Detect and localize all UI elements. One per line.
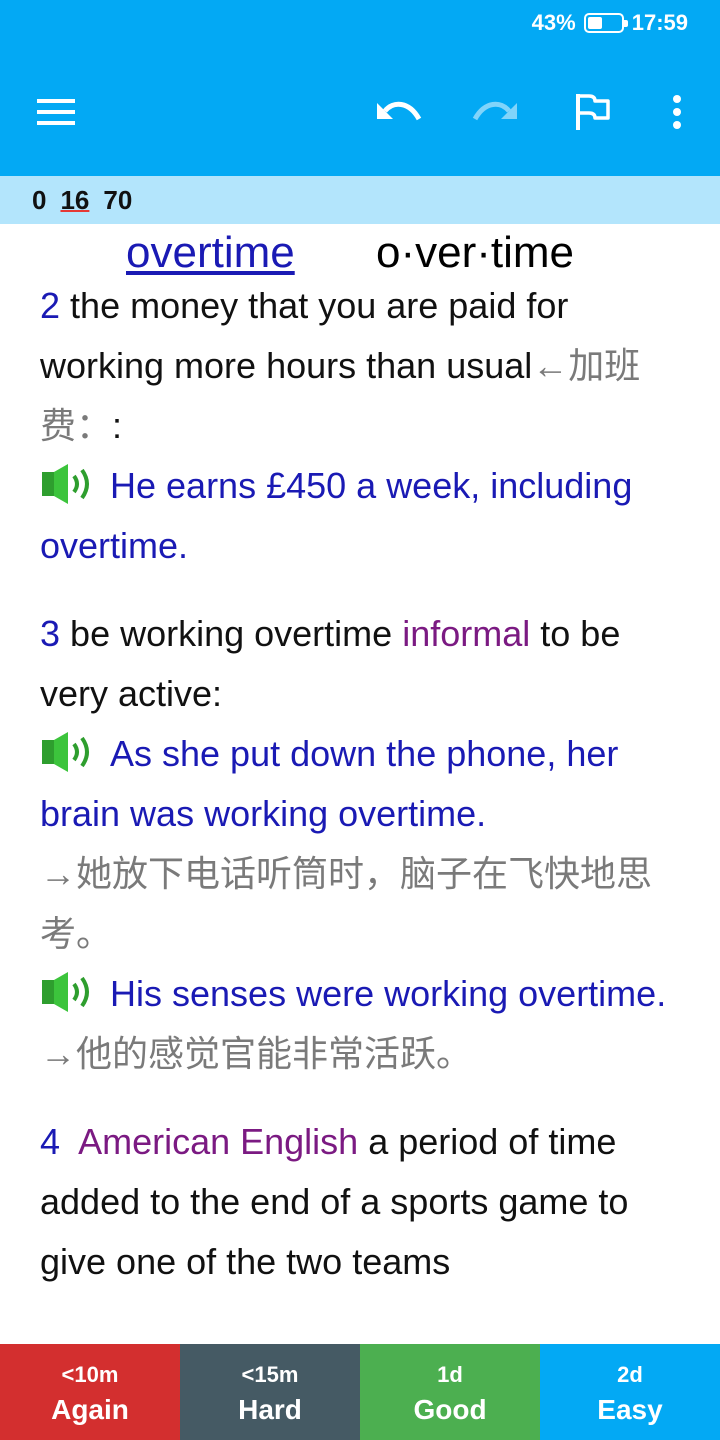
more-vert-icon <box>673 95 681 129</box>
speaker-icon[interactable] <box>40 464 100 504</box>
redo-icon <box>472 101 517 121</box>
sense-number: 4 <box>40 1121 61 1162</box>
sense-4: 4 American English a period of time adde… <box>40 1112 690 1292</box>
example-text: As she put down the phone, her brain was… <box>40 733 619 834</box>
syllables: o·ver·time <box>376 228 575 277</box>
register-label: informal <box>402 613 531 654</box>
flag-button[interactable] <box>568 82 618 142</box>
register-label: American English <box>78 1121 359 1162</box>
headword-link[interactable]: overtime <box>126 228 295 278</box>
example-text: His senses were working overtime. <box>110 973 667 1014</box>
again-label: Again <box>51 1394 129 1425</box>
example: His senses were working overtime. <box>40 964 690 1024</box>
answer-buttons: <10m Again <15m Hard 1d Good 2d Easy <box>0 1344 720 1440</box>
learning-count: 16 <box>60 184 90 215</box>
good-interval: 1d <box>437 1362 463 1387</box>
speaker-icon[interactable] <box>40 972 100 1012</box>
more-options-button[interactable] <box>652 82 702 142</box>
sense-3: 3 be working overtime informal to be ver… <box>40 604 690 724</box>
battery-level <box>587 17 602 29</box>
again-interval: <10m <box>61 1362 119 1387</box>
easy-interval: 2d <box>617 1362 643 1387</box>
punctuation: : <box>112 405 123 446</box>
easy-label: Easy <box>597 1394 663 1425</box>
new-count: 0 <box>32 184 47 215</box>
headword-row: overtime o·ver·time <box>0 224 720 282</box>
example-translation: →他的感觉官能非常活跃。 <box>40 1033 473 1074</box>
sense-2: 2 the money that you are paid for workin… <box>40 276 690 456</box>
battery-icon <box>583 13 628 33</box>
app-bar <box>0 50 720 176</box>
hard-button[interactable]: <15m Hard <box>180 1344 360 1440</box>
flag-icon <box>576 94 610 130</box>
sense-number: 3 <box>40 613 61 654</box>
card-content[interactable]: overtime o·ver·time 2 the money that you… <box>0 224 720 1344</box>
good-label: Good <box>413 1394 487 1425</box>
card-counts: 0 16 70 <box>0 176 720 224</box>
menu-button[interactable] <box>32 82 82 142</box>
definition: the money that you are paid for working … <box>40 285 569 386</box>
good-button[interactable]: 1d Good <box>360 1344 540 1440</box>
hard-label: Hard <box>238 1394 302 1425</box>
again-button[interactable]: <10m Again <box>0 1344 180 1440</box>
menu-icon <box>37 99 75 125</box>
example: As she put down the phone, her brain was… <box>40 724 690 844</box>
definition-body: 2 the money that you are paid for workin… <box>40 276 690 1292</box>
example: He earns £450 a week, including overtime… <box>40 456 690 576</box>
example-translation: →她放下电话听筒时，脑子在飞快地思考。 <box>40 853 653 954</box>
undo-button[interactable] <box>374 82 424 142</box>
sense-number: 2 <box>40 285 61 326</box>
example-text: He earns £450 a week, including overtime… <box>40 465 633 566</box>
undo-icon <box>377 101 422 121</box>
hard-interval: <15m <box>241 1362 299 1387</box>
speaker-icon[interactable] <box>40 732 100 772</box>
clock: 17:59 <box>631 10 688 35</box>
review-count: 70 <box>103 184 133 215</box>
easy-button[interactable]: 2d Easy <box>540 1344 720 1440</box>
status-indicators: 43% 17:59 <box>532 10 688 36</box>
phrase: be working overtime <box>70 613 393 654</box>
battery-percent: 43% <box>531 10 576 35</box>
status-bar: 43% 17:59 <box>0 0 720 50</box>
redo-button[interactable] <box>470 82 520 142</box>
